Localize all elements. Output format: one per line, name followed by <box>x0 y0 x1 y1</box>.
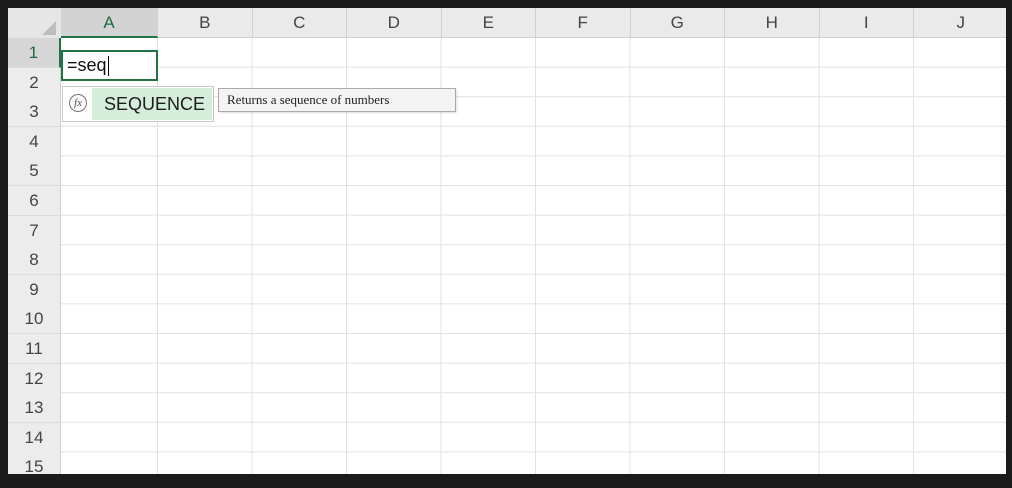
column-header-e[interactable]: E <box>441 8 536 38</box>
column-header-c[interactable]: C <box>252 8 347 38</box>
column-header-h[interactable]: H <box>725 8 820 38</box>
function-icon: fx <box>69 94 87 112</box>
spreadsheet-window: ABCDEFGHIJ 1 2 3 4 5 6 7 8 9 10 11 12 13 14 15 =seq fx… <box>8 8 1006 474</box>
row-header-10[interactable]: 10 <box>8 304 61 335</box>
column-header-d[interactable]: D <box>347 8 442 38</box>
cell-edit-text: =seq <box>67 55 107 75</box>
column-header-j[interactable]: J <box>914 8 1006 38</box>
row-header-2[interactable]: 2 <box>8 67 61 98</box>
autocomplete-item-sequence[interactable]: fx SEQUENCE <box>63 87 213 121</box>
column-header-a[interactable]: A <box>61 8 158 38</box>
column-header-b[interactable]: B <box>158 8 253 38</box>
row-header-9[interactable]: 9 <box>8 274 61 305</box>
row-header-6[interactable]: 6 <box>8 186 61 216</box>
column-header-g[interactable]: G <box>630 8 725 38</box>
select-all-triangle-icon <box>42 21 56 35</box>
column-header-i[interactable]: I <box>819 8 914 38</box>
autocomplete-item-label: SEQUENCE <box>92 88 212 120</box>
text-cursor <box>107 56 109 77</box>
active-cell-a1[interactable]: =seq <box>61 50 158 81</box>
select-all-corner[interactable] <box>8 8 61 38</box>
row-header-15[interactable]: 15 <box>8 452 61 474</box>
row-header-7[interactable]: 7 <box>8 215 61 246</box>
row-header-5[interactable]: 5 <box>8 156 61 187</box>
row-header-12[interactable]: 12 <box>8 363 61 394</box>
formula-autocomplete-list: fx SEQUENCE <box>62 86 214 122</box>
row-header-14[interactable]: 14 <box>8 422 61 453</box>
row-header-1[interactable]: 1 <box>8 38 61 68</box>
function-description-tooltip: Returns a sequence of numbers <box>218 88 456 112</box>
row-header-13[interactable]: 13 <box>8 393 61 424</box>
row-header-11[interactable]: 11 <box>8 334 61 364</box>
row-header-4[interactable]: 4 <box>8 126 61 157</box>
column-header-f[interactable]: F <box>536 8 631 38</box>
row-header-8[interactable]: 8 <box>8 245 61 276</box>
row-header-3[interactable]: 3 <box>8 97 61 128</box>
